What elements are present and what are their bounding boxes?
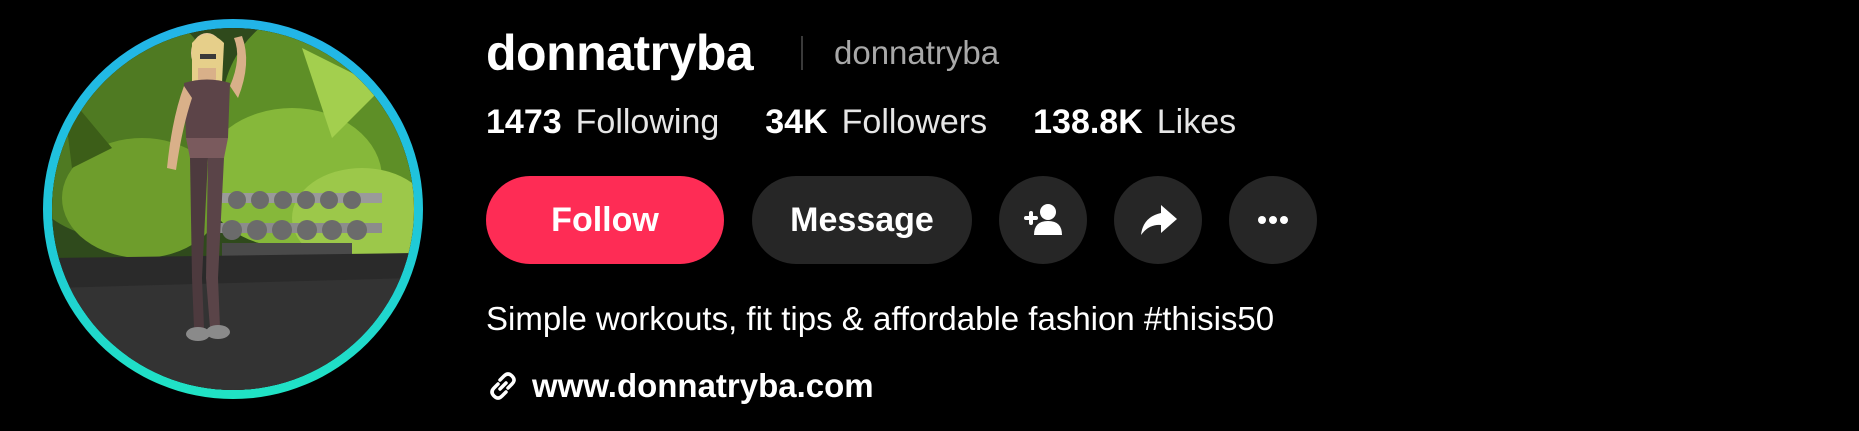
avatar[interactable] bbox=[52, 28, 414, 390]
avatar-photo bbox=[52, 28, 414, 390]
stat-label: Following bbox=[575, 103, 720, 141]
bio-text: Simple workouts, fit tips & affordable f… bbox=[486, 300, 1275, 337]
link-text[interactable]: www.donnatryba.com bbox=[532, 363, 874, 409]
share-button[interactable] bbox=[1114, 176, 1202, 264]
nickname: donnatryba bbox=[834, 34, 1000, 71]
more-icon bbox=[1258, 216, 1288, 224]
stat-value: 34K bbox=[765, 103, 828, 141]
stat-followers[interactable]: 34K Followers bbox=[765, 99, 987, 145]
follow-button[interactable]: Follow bbox=[486, 176, 724, 264]
stat-following[interactable]: 1473 Following bbox=[486, 99, 719, 145]
stat-label: Likes bbox=[1156, 103, 1237, 141]
message-button[interactable]: Message bbox=[752, 176, 972, 264]
stat-value: 1473 bbox=[486, 103, 562, 141]
username: donnatryba bbox=[486, 25, 754, 81]
stat-label: Followers bbox=[841, 103, 988, 141]
link-icon bbox=[486, 369, 520, 403]
title-divider bbox=[801, 36, 803, 70]
profile-link[interactable]: www.donnatryba.com bbox=[486, 362, 874, 410]
share-icon bbox=[1141, 205, 1177, 235]
stat-value: 138.8K bbox=[1033, 103, 1143, 141]
add-friend-button[interactable] bbox=[999, 176, 1087, 264]
more-button[interactable] bbox=[1229, 176, 1317, 264]
avatar-ring[interactable] bbox=[43, 19, 423, 399]
stats-row: 1473 Following 34K Followers 138.8K Like… bbox=[486, 99, 1282, 145]
stat-likes: 138.8K Likes bbox=[1033, 99, 1236, 145]
add-user-icon bbox=[1024, 204, 1062, 235]
